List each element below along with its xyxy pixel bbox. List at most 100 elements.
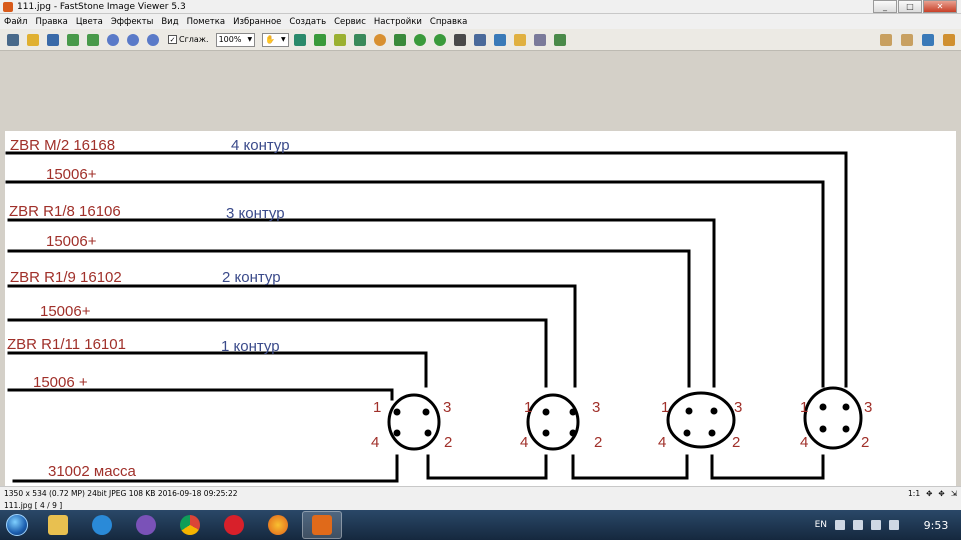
taskbar-faststone[interactable] xyxy=(302,511,342,539)
image-view-icon[interactable] xyxy=(940,31,957,48)
pin-label: 4 xyxy=(371,434,379,451)
pin-label: 4 xyxy=(658,434,666,451)
label-circuit-2: 2 контур xyxy=(222,269,281,286)
taskbar-firefox[interactable] xyxy=(258,511,298,539)
internet-explorer-icon xyxy=(92,515,112,535)
label-15006-2: 15006+ xyxy=(40,303,91,320)
menu-tag[interactable]: Пометка xyxy=(183,17,230,27)
chevron-down-icon: ▼ xyxy=(281,36,286,43)
app-icon xyxy=(3,1,13,12)
thumbnail-view-icon[interactable] xyxy=(877,31,894,48)
clone-icon[interactable] xyxy=(392,31,409,48)
close-button[interactable]: ✕ xyxy=(923,0,957,13)
acquire-icon[interactable] xyxy=(552,31,569,48)
zoom-select[interactable]: 100% ▼ xyxy=(215,32,256,47)
fullscreen-icon[interactable] xyxy=(919,31,936,48)
title-bar: 111.jpg - FastStone Image Viewer 5.3 _ □… xyxy=(0,0,961,14)
zoom-out-icon[interactable] xyxy=(124,31,141,48)
smooth-checkbox-box[interactable]: ✓ xyxy=(168,35,177,44)
menu-favorites[interactable]: Избранное xyxy=(229,17,285,27)
window-title: 111.jpg - FastStone Image Viewer 5.3 xyxy=(17,1,186,12)
label-circuit-3: 3 контур xyxy=(226,205,285,222)
label-mass: 31002 масса xyxy=(48,463,137,480)
clock[interactable]: 9:53 xyxy=(917,519,955,532)
zoom-ratio[interactable]: 1:1 xyxy=(908,489,920,498)
wiring-diagram: ZBR M/2 16168 4 контур 15006+ ZBR R1/8 1… xyxy=(5,137,872,483)
pin-label: 3 xyxy=(592,399,600,416)
taskbar-chrome[interactable] xyxy=(170,511,210,539)
menu-create[interactable]: Создать xyxy=(285,17,330,27)
language-indicator[interactable]: EN xyxy=(815,520,827,530)
actual-size-icon[interactable] xyxy=(84,31,101,48)
action-center-icon[interactable] xyxy=(853,520,863,530)
menu-colors[interactable]: Цвета xyxy=(72,17,107,27)
viber-icon xyxy=(136,515,156,535)
pin-label: 2 xyxy=(444,434,452,451)
connector-1 xyxy=(387,393,441,451)
status-bar: 1350 x 534 (0.72 MP) 24bit JPEG 108 KB 2… xyxy=(0,486,961,510)
label-zbr-m2: ZBR M/2 16168 xyxy=(10,137,115,154)
window-controls: _ □ ✕ xyxy=(873,0,957,13)
menu-view[interactable]: Вид xyxy=(157,17,182,27)
label-15006-4: 15006+ xyxy=(46,166,97,183)
menu-edit[interactable]: Правка xyxy=(31,17,71,27)
image-info: 1350 x 534 (0.72 MP) 24bit JPEG 108 KB 2… xyxy=(4,489,238,498)
move-icon[interactable]: ✥ xyxy=(926,489,932,498)
taskbar-explorer[interactable] xyxy=(38,511,78,539)
pan-tool-select[interactable]: ✋ ▼ xyxy=(262,32,289,47)
crop-icon[interactable] xyxy=(292,31,309,48)
pin-label: 1 xyxy=(373,399,381,416)
label-circuit-1: 1 контур xyxy=(221,338,280,355)
menu-file[interactable]: Файл xyxy=(0,17,31,27)
open-folder-icon[interactable] xyxy=(24,31,41,48)
slideshow-icon[interactable] xyxy=(472,31,489,48)
taskbar-viber[interactable] xyxy=(126,511,166,539)
menu-help[interactable]: Справка xyxy=(426,17,471,27)
save-icon[interactable] xyxy=(44,31,61,48)
pin-label: 4 xyxy=(520,434,528,451)
smooth-checkbox[interactable]: ✓ Сглаж. xyxy=(168,35,209,44)
volume-icon[interactable] xyxy=(889,520,899,530)
image-canvas[interactable]: ZBR M/2 16168 4 контур 15006+ ZBR R1/8 1… xyxy=(0,51,961,506)
label-15006-3: 15006+ xyxy=(46,233,97,250)
pin-label: 1 xyxy=(800,399,808,416)
network-icon[interactable] xyxy=(871,520,881,530)
start-button[interactable] xyxy=(0,511,34,539)
menu-effects[interactable]: Эффекты xyxy=(107,17,158,27)
browser-icon[interactable] xyxy=(4,31,21,48)
adjust-icon[interactable] xyxy=(332,31,349,48)
label-zbr-r19: ZBR R1/9 16102 xyxy=(10,269,122,286)
menu-settings[interactable]: Настройки xyxy=(370,17,426,27)
move-icon[interactable]: ✥ xyxy=(938,489,944,498)
pin-label: 1 xyxy=(524,399,532,416)
zoom-fit-icon[interactable] xyxy=(144,31,161,48)
chrome-icon xyxy=(180,515,200,535)
print-icon[interactable] xyxy=(532,31,549,48)
file-position: 111.jpg [ 4 / 9 ] xyxy=(4,501,63,510)
red-eye-icon[interactable] xyxy=(352,31,369,48)
taskbar-ie[interactable] xyxy=(82,511,122,539)
minimize-button[interactable]: _ xyxy=(873,0,897,13)
list-view-icon[interactable] xyxy=(898,31,915,48)
email-icon[interactable] xyxy=(512,31,529,48)
wiring-diagram-image: ZBR M/2 16168 4 контур 15006+ ZBR R1/8 1… xyxy=(5,131,956,506)
rotate-left-icon[interactable] xyxy=(412,31,429,48)
smooth-label: Сглаж. xyxy=(179,35,209,44)
faststone-icon xyxy=(312,515,332,535)
menu-tools[interactable]: Сервис xyxy=(330,17,370,27)
expand-icon[interactable]: ⇲ xyxy=(951,489,957,498)
view-mode-buttons xyxy=(877,31,957,48)
taskbar-opera[interactable] xyxy=(214,511,254,539)
person-icon[interactable] xyxy=(372,31,389,48)
compare-icon[interactable] xyxy=(452,31,469,48)
fit-window-icon[interactable] xyxy=(64,31,81,48)
resize-icon[interactable] xyxy=(312,31,329,48)
zoom-in-icon[interactable] xyxy=(104,31,121,48)
maximize-button[interactable]: □ xyxy=(898,0,922,13)
wallpaper-icon[interactable] xyxy=(492,31,509,48)
connector-2 xyxy=(526,393,580,451)
arrow-up-icon[interactable] xyxy=(835,520,845,530)
pin-label: 2 xyxy=(594,434,602,451)
rotate-right-icon[interactable] xyxy=(432,31,449,48)
label-circuit-4: 4 контур xyxy=(231,137,290,154)
